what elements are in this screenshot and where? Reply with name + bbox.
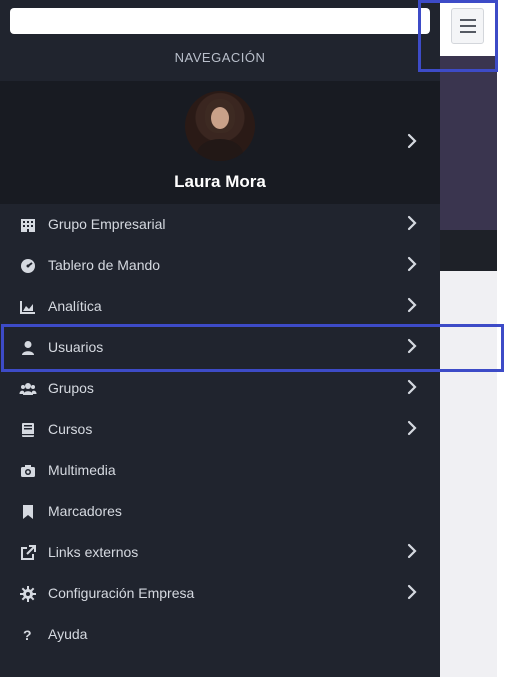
gear-icon: [19, 585, 37, 603]
sidebar-item-label: Multimedia: [48, 462, 116, 478]
sidebar-item-grupos[interactable]: Grupos: [0, 368, 440, 409]
sidebar-item-multimedia[interactable]: Multimedia: [0, 450, 440, 491]
sidebar-item-cursos[interactable]: Cursos: [0, 409, 440, 450]
book-icon: [19, 421, 37, 439]
sidebar-item-label: Usuarios: [48, 339, 104, 355]
users-group-icon: [19, 380, 37, 398]
sidebar-item-label: Marcadores: [48, 503, 122, 519]
sidebar-item-ayuda[interactable]: ? Ayuda: [0, 614, 440, 655]
chevron-right-icon: [407, 379, 421, 397]
building-icon: [19, 216, 37, 234]
profile-name: Laura Mora: [174, 172, 266, 191]
bookmark-icon: [19, 503, 37, 521]
question-icon: ?: [19, 626, 37, 644]
sidebar-item-configuracion-empresa[interactable]: Configuración Empresa: [0, 573, 440, 614]
sidebar-item-marcadores[interactable]: Marcadores: [0, 491, 440, 532]
camera-icon: [19, 462, 37, 480]
page-header-band: [440, 56, 497, 230]
sidebar-item-links-externos[interactable]: Links externos: [0, 532, 440, 573]
sidebar-menu: Grupo Empresarial Tablero de Mando Analíti…: [0, 204, 440, 655]
sidebar-item-label: Cursos: [48, 421, 93, 437]
sidebar-item-label: Tablero de Mando: [48, 257, 161, 273]
hamburger-icon-bar: [460, 19, 476, 21]
sidebar-heading: NAVEGACIÓN: [174, 50, 266, 65]
sidebar-item-analitica[interactable]: Analítica: [0, 286, 440, 327]
hamburger-icon-bar: [460, 31, 476, 33]
chevron-right-icon: [407, 133, 421, 151]
page-content-area: [440, 271, 497, 677]
sidebar-item-label: Analítica: [48, 298, 102, 314]
sidebar-item-label: Links externos: [48, 544, 139, 560]
chevron-right-icon: [407, 215, 421, 233]
user-icon: [19, 339, 37, 357]
sidebar-search-input[interactable]: [10, 8, 430, 34]
avatar: [185, 91, 255, 161]
sidebar-item-tablero-de-mando[interactable]: Tablero de Mando: [0, 245, 440, 286]
menu-toggle-button[interactable]: [451, 8, 484, 44]
chevron-right-icon: [407, 297, 421, 315]
chevron-right-icon: [407, 584, 421, 602]
external-link-icon: [19, 544, 37, 562]
chevron-right-icon: [407, 338, 421, 356]
profile-card[interactable]: Laura Mora: [0, 81, 440, 204]
chevron-right-icon: [407, 420, 421, 438]
sidebar: NAVEGACIÓN Laura Mora Grupo Empresarial T…: [0, 0, 440, 677]
sidebar-item-grupo-empresarial[interactable]: Grupo Empresarial: [0, 204, 440, 245]
chevron-right-icon: [407, 256, 421, 274]
svg-text:?: ?: [23, 627, 32, 643]
sidebar-item-label: Configuración Empresa: [48, 585, 195, 601]
dashboard-gauge-icon: [19, 257, 37, 275]
sidebar-item-usuarios[interactable]: Usuarios: [0, 327, 440, 368]
area-chart-icon: [19, 298, 37, 316]
chevron-right-icon: [407, 543, 421, 561]
sidebar-item-label: Grupo Empresarial: [48, 216, 166, 232]
hamburger-icon-bar: [460, 25, 476, 27]
page-subheader-band: [440, 230, 497, 271]
sidebar-item-label: Grupos: [48, 380, 94, 396]
sidebar-item-label: Ayuda: [48, 626, 88, 642]
